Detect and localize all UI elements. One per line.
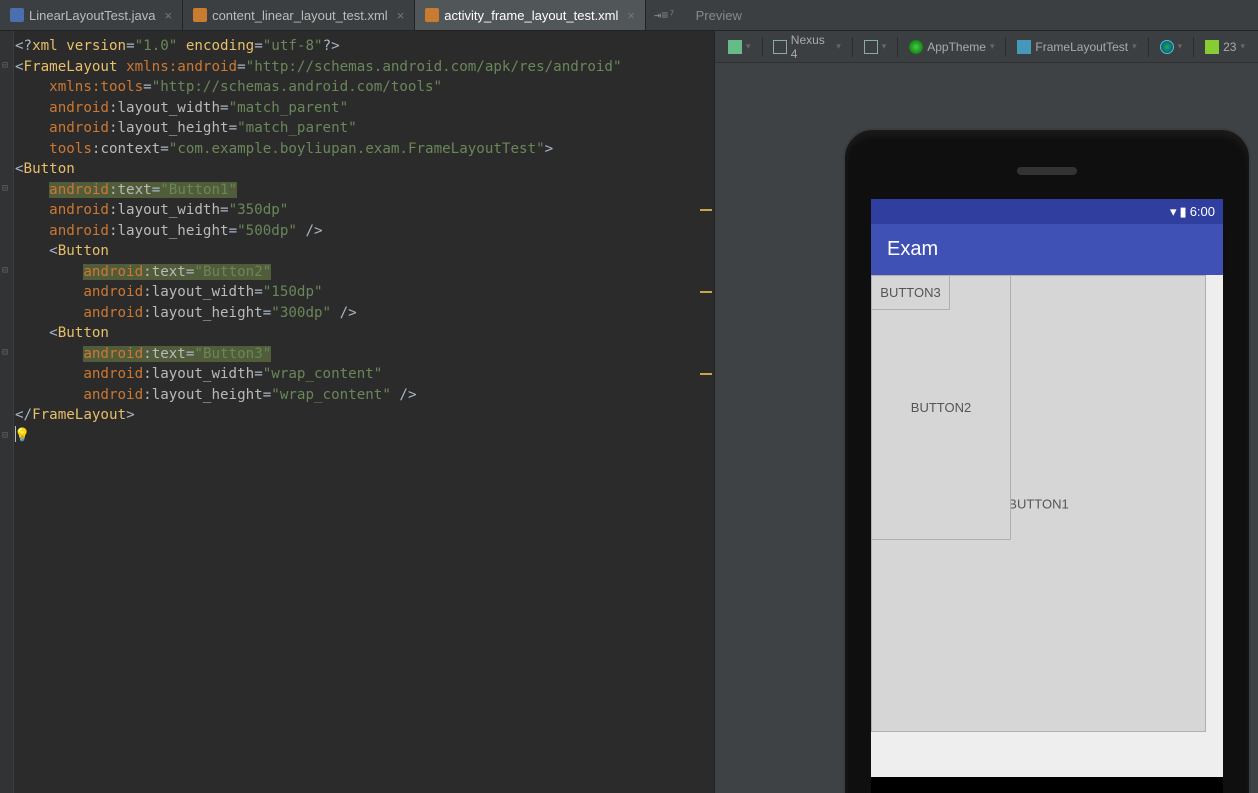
api-selector[interactable]: 23▾ xyxy=(1200,36,1250,58)
fold-icon[interactable]: ⊟ xyxy=(2,343,8,363)
config-button[interactable]: ▾ xyxy=(723,36,756,58)
close-icon[interactable]: × xyxy=(164,8,172,23)
activity-icon xyxy=(1017,40,1031,54)
tab-content-linear-layout-xml[interactable]: content_linear_layout_test.xml × xyxy=(183,0,415,30)
code-editor[interactable]: ⊟ ⊟ ⊟ ⊟ ⊟ 💡 <?xml version="1.0" encoding… xyxy=(0,31,714,793)
activity-label: FrameLayoutTest xyxy=(1035,40,1128,54)
close-icon[interactable]: × xyxy=(627,8,635,23)
tab-linearlayouttest-java[interactable]: LinearLayoutTest.java × xyxy=(0,0,183,30)
battery-icon: ▮ xyxy=(1180,204,1187,220)
orientation-icon xyxy=(864,40,878,54)
button-label: BUTTON2 xyxy=(911,400,971,415)
wifi-icon: ▾ xyxy=(1170,204,1177,220)
preview-toolbar: ▾ Nexus 4▾ ▾ AppTheme▾ FrameLayoutTest▾ … xyxy=(715,31,1258,63)
fold-icon[interactable]: ⊟ xyxy=(2,56,8,76)
device-frame: ▾ ▮ 6:00 Exam BUTTON1 BUTTON2 BUTTON3 xyxy=(843,128,1251,793)
tab-label: activity_frame_layout_test.xml xyxy=(444,8,618,23)
device-selector[interactable]: Nexus 4▾ xyxy=(768,36,845,58)
editor-tabs: LinearLayoutTest.java × content_linear_l… xyxy=(0,0,1258,31)
device-icon xyxy=(773,40,786,54)
preview-button3[interactable]: BUTTON3 xyxy=(871,275,950,310)
config-icon xyxy=(728,40,742,54)
xml-file-icon xyxy=(193,8,207,22)
app-bar: Exam xyxy=(871,224,1223,275)
button-label: BUTTON1 xyxy=(1008,496,1068,511)
device-label: Nexus 4 xyxy=(791,33,832,61)
theme-label: AppTheme xyxy=(927,40,986,54)
preview-button2[interactable]: BUTTON2 xyxy=(871,275,1011,540)
button-label: BUTTON3 xyxy=(880,285,940,300)
xml-file-icon xyxy=(425,8,439,22)
close-icon[interactable]: × xyxy=(397,8,405,23)
tab-label: content_linear_layout_test.xml xyxy=(212,8,388,23)
phone-speaker xyxy=(1017,167,1077,175)
tab-activity-frame-layout-xml[interactable]: activity_frame_layout_test.xml × xyxy=(415,0,646,30)
fold-icon[interactable]: ⊟ xyxy=(2,179,8,199)
preview-panel-label: Preview xyxy=(684,8,754,23)
status-time: 6:00 xyxy=(1190,204,1215,219)
theme-selector[interactable]: AppTheme▾ xyxy=(904,36,999,58)
status-bar: ▾ ▮ 6:00 xyxy=(871,199,1223,224)
globe-icon xyxy=(1160,40,1174,54)
activity-selector[interactable]: FrameLayoutTest▾ xyxy=(1012,36,1141,58)
api-label: 23 xyxy=(1223,40,1236,54)
orientation-button[interactable]: ▾ xyxy=(859,36,892,58)
app-title: Exam xyxy=(887,238,938,261)
fold-icon[interactable]: ⊟ xyxy=(2,426,8,446)
fold-icon[interactable]: ⊟ xyxy=(2,261,8,281)
device-screen: ▾ ▮ 6:00 Exam BUTTON1 BUTTON2 BUTTON3 xyxy=(871,199,1223,793)
tab-options-button[interactable]: ⇥≡⁷ xyxy=(646,8,684,23)
lightbulb-icon[interactable]: 💡 xyxy=(14,426,30,446)
code-area[interactable]: <?xml version="1.0" encoding="utf-8"?> <… xyxy=(15,36,704,426)
android-icon xyxy=(1205,40,1219,54)
nav-bar xyxy=(871,777,1223,793)
gutter[interactable]: ⊟ ⊟ ⊟ ⊟ ⊟ 💡 xyxy=(0,31,14,793)
frame-layout-preview: BUTTON1 BUTTON2 BUTTON3 xyxy=(871,275,1223,777)
locale-selector[interactable]: ▾ xyxy=(1155,36,1188,58)
java-file-icon xyxy=(10,8,24,22)
tab-label: LinearLayoutTest.java xyxy=(29,8,155,23)
theme-icon xyxy=(909,40,923,54)
device-stage[interactable]: ▾ ▮ 6:00 Exam BUTTON1 BUTTON2 BUTTON3 xyxy=(715,63,1258,793)
preview-panel: ▾ Nexus 4▾ ▾ AppTheme▾ FrameLayoutTest▾ … xyxy=(714,31,1258,793)
